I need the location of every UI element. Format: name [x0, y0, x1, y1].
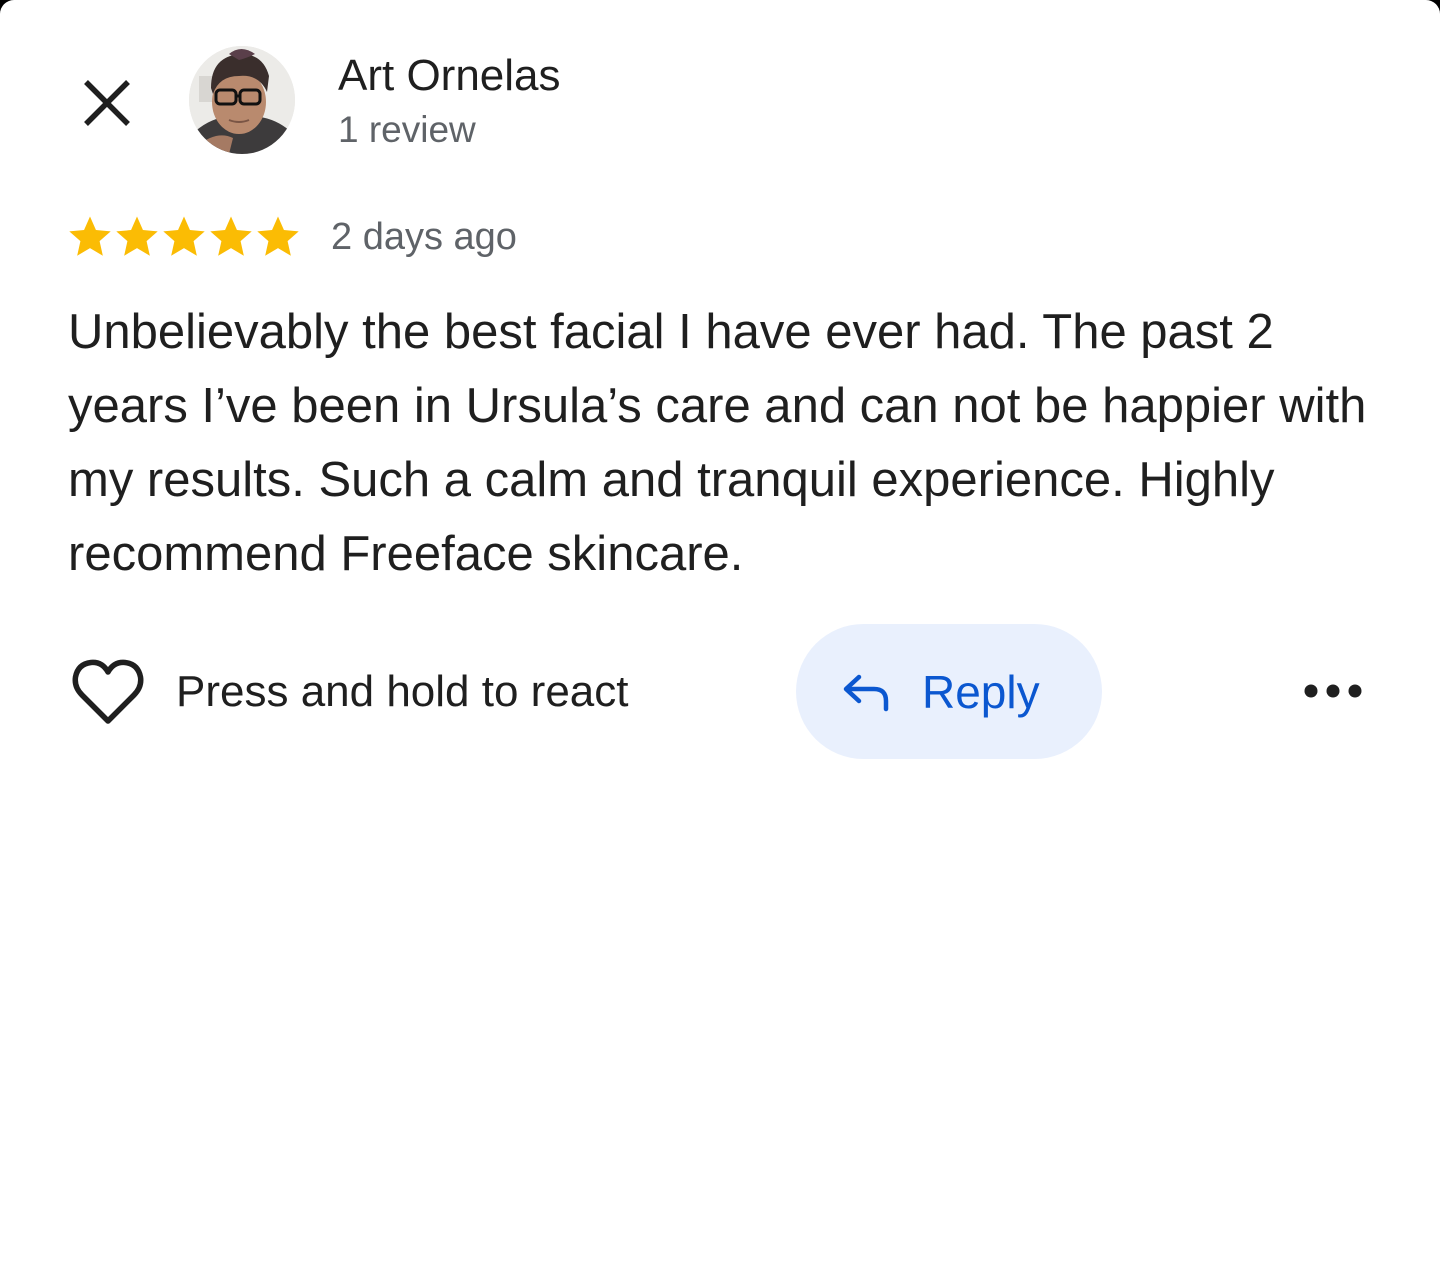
author-name[interactable]: Art Ornelas [338, 50, 561, 102]
review-sheet: Art Ornelas 1 review 2 days ago Unbeliev… [0, 0, 1440, 1271]
review-text: Unbelievably the best facial I have ever… [68, 305, 1367, 581]
close-button[interactable] [70, 66, 144, 140]
reply-label: Reply [922, 665, 1040, 718]
review-date: 2 days ago [331, 216, 517, 258]
review-count: 1 review [338, 109, 476, 150]
react-label: Press and hold to react [176, 667, 629, 716]
more-horizontal-icon [1304, 684, 1362, 698]
react-button[interactable]: Press and hold to react [70, 655, 628, 729]
star-icon [210, 216, 252, 256]
more-options-button[interactable] [1296, 660, 1370, 722]
close-icon [84, 80, 130, 126]
star-icon [257, 216, 299, 256]
star-icon [69, 216, 111, 256]
heart-icon [70, 655, 146, 729]
star-icon [116, 216, 158, 256]
reply-arrow-icon [840, 668, 892, 716]
star-rating [67, 213, 301, 261]
star-icon [163, 216, 205, 256]
reply-button[interactable]: Reply [796, 624, 1102, 759]
avatar[interactable] [189, 46, 295, 154]
avatar-photo [189, 46, 295, 154]
